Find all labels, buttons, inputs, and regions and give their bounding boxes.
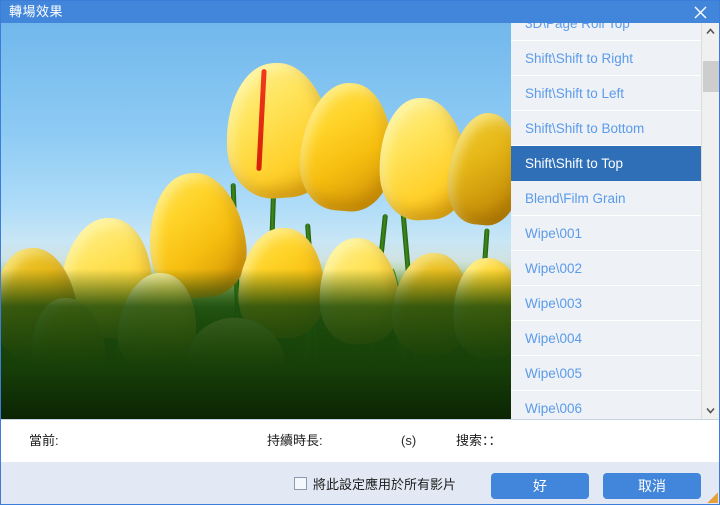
effects-list-item-label: Blend\Film Grain (525, 191, 626, 206)
effects-list-item[interactable]: Wipe\002 (511, 251, 703, 286)
effects-list-item[interactable]: Shift\Shift to Right (511, 41, 703, 76)
apply-to-all-checkbox[interactable]: 將此設定應用於所有影片 (294, 462, 457, 504)
effects-list-item-label: Shift\Shift to Bottom (525, 121, 645, 136)
effects-list-item-label: Wipe\003 (525, 296, 583, 311)
duration-unit-label: (s) (401, 433, 417, 448)
grass-field (1, 269, 511, 419)
control-bar: 當前: Shift\Shift to Top 持續時長: 2.00 (s) 搜索… (1, 419, 719, 461)
current-effect-label: 當前: (29, 433, 59, 448)
close-icon (694, 6, 706, 18)
ok-button[interactable]: 好 (491, 473, 589, 499)
effects-list-item-label: Shift\Shift to Right (525, 51, 634, 66)
window-title: 轉場效果 (9, 4, 64, 19)
checkbox-box (294, 477, 307, 490)
effects-list-item[interactable]: Wipe\005 (511, 356, 703, 391)
effects-list-item[interactable]: Wipe\003 (511, 286, 703, 321)
effects-list-item-label: Shift\Shift to Left (525, 86, 625, 101)
apply-to-all-label: 將此設定應用於所有影片 (313, 477, 457, 492)
effects-list-item[interactable]: Wipe\006 (511, 391, 703, 419)
effects-list-item[interactable]: Wipe\001 (511, 216, 703, 251)
cancel-button[interactable]: 取消 (603, 473, 701, 499)
chevron-down-icon (706, 407, 715, 414)
effects-list-item[interactable]: Wipe\004 (511, 321, 703, 356)
effects-list-item-label: Wipe\005 (525, 366, 583, 381)
resize-grip[interactable] (706, 491, 718, 503)
effects-list[interactable]: 3D\Page Roll Top Shift\Shift to Right Shif… (511, 23, 719, 419)
effects-list-item[interactable]: Shift\Shift to Left (511, 76, 703, 111)
search-label: 搜索：： (456, 433, 502, 448)
preview-image (1, 23, 511, 419)
effects-list-item-label: Shift\Shift to Top (525, 156, 624, 171)
effects-list-scrollbar[interactable] (701, 23, 719, 419)
effects-list-item[interactable]: Shift\Shift to Top (511, 146, 703, 181)
effects-list-item[interactable]: Shift\Shift to Bottom (511, 111, 703, 146)
close-button[interactable] (679, 1, 719, 23)
effects-list-item[interactable]: 3D\Page Roll Top (511, 23, 703, 41)
chevron-up-icon (706, 28, 715, 35)
effects-list-item-label: 3D\Page Roll Top (525, 23, 630, 31)
scrollbar-thumb[interactable] (703, 61, 719, 92)
effects-list-item-label: Wipe\002 (525, 261, 583, 276)
scroll-down-button[interactable] (702, 402, 719, 419)
effects-list-item-label: Wipe\006 (525, 401, 583, 416)
effects-list-item-label: Wipe\004 (525, 331, 583, 346)
transition-effects-dialog: 轉場效果 3D\Page Roll Top Shift\Shift to Rig… (0, 0, 720, 505)
title-bar: 轉場效果 (1, 1, 719, 23)
effects-list-item-label: Wipe\001 (525, 226, 583, 241)
effects-list-inner: 3D\Page Roll Top Shift\Shift to Right Shif… (511, 23, 703, 419)
scroll-up-button[interactable] (702, 23, 719, 40)
effects-list-item[interactable]: Blend\Film Grain (511, 181, 703, 216)
duration-label: 持續時長: (267, 433, 323, 448)
